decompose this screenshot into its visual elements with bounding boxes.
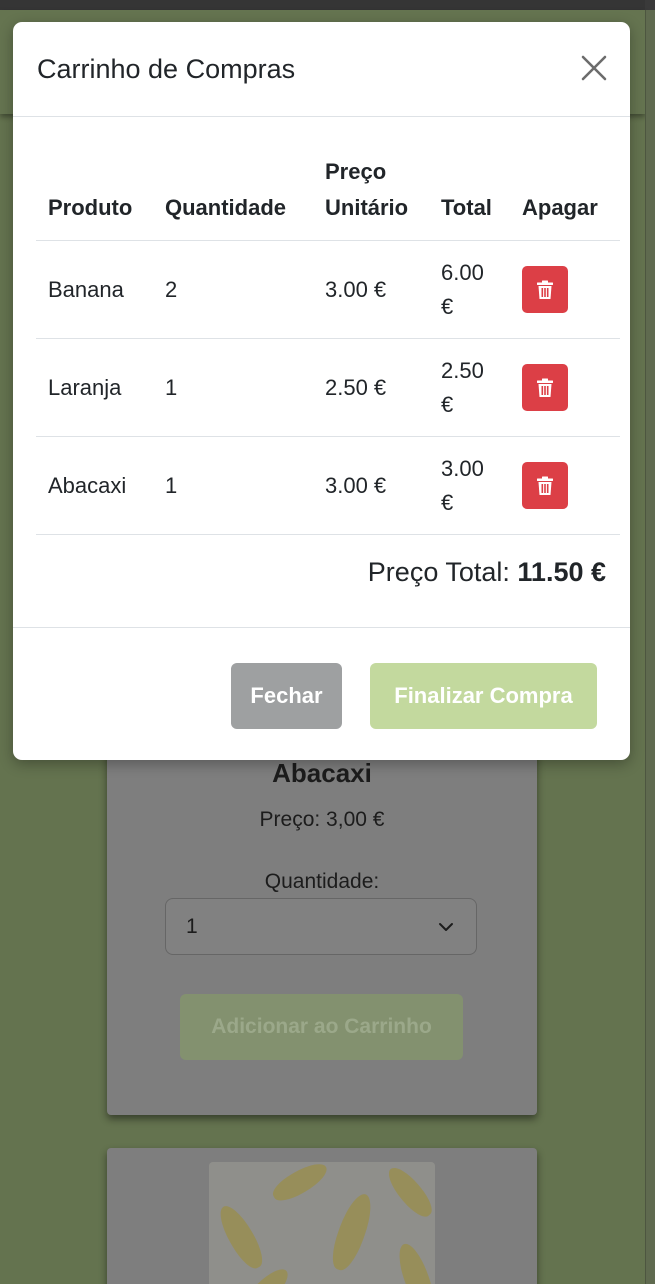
delete-button[interactable] <box>522 462 568 509</box>
cell-total-currency: € <box>441 293 454 319</box>
header-unit-price-line2: Unitário <box>325 195 409 220</box>
cell-unit-price: 3.00 € <box>313 240 429 339</box>
cell-total-amount: 3.00 <box>441 455 484 481</box>
close-modal-button[interactable]: Fechar <box>231 663 342 729</box>
trash-icon <box>537 378 553 397</box>
cell-total-amount: 2.50 <box>441 357 484 383</box>
cell-total: 6.00 € <box>429 240 510 339</box>
cell-product: Abacaxi <box>36 436 153 535</box>
cell-total-currency: € <box>441 391 454 417</box>
cell-total-currency: € <box>441 489 454 515</box>
cell-quantity: 1 <box>153 338 313 437</box>
cart-total-label: Preço Total: <box>367 557 510 587</box>
header-product: Produto <box>36 154 153 241</box>
cell-delete <box>510 338 620 437</box>
cell-total: 3.00 € <box>429 436 510 535</box>
cart-modal: Carrinho de Compras Produto Quantidade P… <box>13 22 630 760</box>
delete-button[interactable] <box>522 266 568 313</box>
cart-total: Preço Total: 11.50 € <box>368 557 606 588</box>
cell-delete <box>510 240 620 339</box>
cell-unit-price: 2.50 € <box>313 338 429 437</box>
cell-total-amount: 6.00 <box>441 259 484 285</box>
cell-delete <box>510 436 620 535</box>
trash-icon <box>537 476 553 495</box>
cell-product: Laranja <box>36 338 153 437</box>
table-row: Banana 2 3.00 € 6.00 € <box>36 240 620 339</box>
header-unit-price: Preço Unitário <box>313 154 429 241</box>
modal-footer: Fechar Finalizar Compra <box>13 627 630 760</box>
header-delete: Apagar <box>510 154 620 241</box>
cell-quantity: 2 <box>153 240 313 339</box>
close-icon <box>581 55 607 81</box>
scrollbar[interactable] <box>645 10 655 1284</box>
modal-title: Carrinho de Compras <box>37 54 296 84</box>
modal-header: Carrinho de Compras <box>13 22 630 117</box>
close-button[interactable] <box>580 54 608 82</box>
cell-total: 2.50 € <box>429 338 510 437</box>
cell-product: Banana <box>36 240 153 339</box>
delete-button[interactable] <box>522 364 568 411</box>
header-unit-price-line1: Preço <box>325 159 387 184</box>
table-row: Laranja 1 2.50 € 2.50 € <box>36 338 620 437</box>
trash-icon <box>537 280 553 299</box>
cart-total-value: 11.50 € <box>517 557 606 587</box>
table-row: Abacaxi 1 3.00 € 3.00 € <box>36 436 620 535</box>
cart-table: Produto Quantidade Preço Unitário Total A… <box>36 154 620 535</box>
header-total: Total <box>429 154 510 241</box>
cell-unit-price: 3.00 € <box>313 436 429 535</box>
finalize-purchase-button[interactable]: Finalizar Compra <box>370 663 597 729</box>
header-quantity: Quantidade <box>153 154 313 241</box>
modal-body: Produto Quantidade Preço Unitário Total A… <box>13 117 630 628</box>
table-header-row: Produto Quantidade Preço Unitário Total A… <box>36 154 620 241</box>
cell-quantity: 1 <box>153 436 313 535</box>
